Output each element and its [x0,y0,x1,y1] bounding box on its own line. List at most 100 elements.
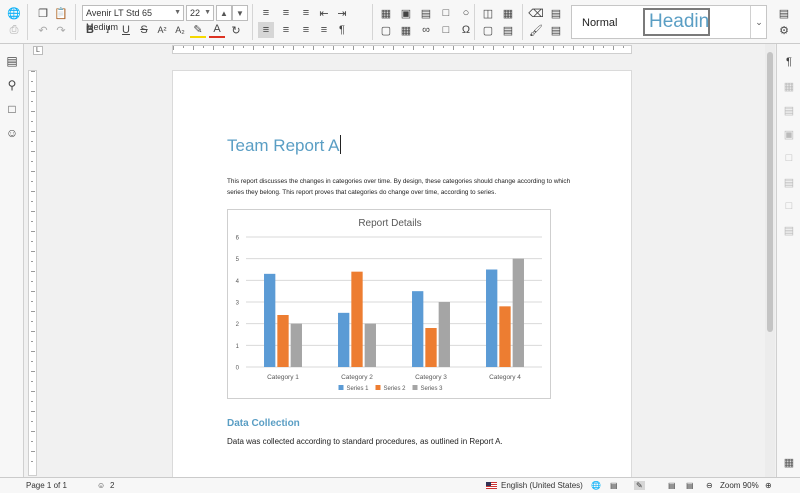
table-settings-icon[interactable]: ▦ [781,78,797,94]
font-name-field[interactable]: Avenir LT Std 65 Medium ▼ [82,5,184,32]
intro-paragraph[interactable]: This report discusses the changes in cat… [227,176,587,198]
insert-grid-button[interactable]: ▦ [398,22,414,38]
clear-format-button[interactable]: ⌫ [528,5,544,21]
fit-width-icon[interactable]: ▤ [686,481,694,490]
superscript-button[interactable]: A² [154,22,170,38]
insert-chart-button[interactable]: ▤ [418,5,434,21]
insert-border-button[interactable]: ▢ [378,22,394,38]
multilevel-list-button[interactable]: ≡ [298,5,314,21]
chart-bar [338,312,350,367]
chart[interactable]: Report Details 0 1 2 3 4 5 6 Category 1 Category… [227,209,551,399]
insert-link-button[interactable]: ∞ [418,22,434,38]
signature-settings-icon[interactable]: ▤ [781,222,797,238]
page-info[interactable]: Page 1 of 1 [26,481,67,490]
style-gallery-expand[interactable]: ⌄ [750,6,767,38]
paragraph-settings-icon[interactable]: ¶ [781,54,797,70]
header-footer-icon[interactable]: ▤ [781,102,797,118]
settings-button[interactable]: ⚙ [776,22,792,38]
ruler-tick [413,46,414,50]
section-heading[interactable]: Data Collection [227,418,300,429]
grow-font-button[interactable]: ▲ [216,5,232,21]
insert-table-button[interactable]: ▦ [378,5,394,21]
font-color-button[interactable]: A [209,22,225,38]
x-tick-label: Category 1 [267,374,299,381]
copy-style-button[interactable]: ▤ [548,5,564,21]
subscript-button[interactable]: A₂ [172,22,188,38]
shrink-font-button[interactable]: ▼ [232,5,248,21]
align-right-button[interactable]: ≡ [298,22,314,38]
margins-button[interactable]: ▢ [480,22,496,38]
document-page[interactable]: Team Report A This report discusses the … [172,70,632,490]
underline-button[interactable]: U [118,22,134,38]
strikethrough-button[interactable]: S [136,22,152,38]
undo-icon[interactable]: ↶ [35,22,51,38]
font-size-field[interactable]: 22 ▼ [186,5,214,21]
fit-page-icon[interactable]: ▤ [668,481,676,490]
globe-icon[interactable]: 🌐 [6,5,22,21]
zoom-in-icon[interactable]: ⊕ [765,481,772,490]
chevron-up-icon: ▲ [220,8,228,18]
justify-button[interactable]: ≡ [316,22,332,38]
zoom-out-icon[interactable]: ⊖ [706,481,713,490]
spellcheck-icon[interactable]: 🌐 [591,481,601,490]
comments-icon[interactable]: □ [4,101,20,117]
numbered-list-button[interactable]: ≡ [278,5,294,21]
user-icon[interactable]: ☺ [4,125,20,141]
decrease-indent-button[interactable]: ⇤ [316,5,332,21]
vertical-scrollbar[interactable] [765,44,775,477]
scrollbar-thumb[interactable] [767,52,773,332]
change-case-button[interactable]: ↻ [228,22,244,38]
doc-settings-button[interactable]: ▤ [776,5,792,21]
insert-comment-button[interactable]: □ [438,22,454,38]
document-title[interactable]: Team Report A [227,135,342,156]
paste-style-button[interactable]: ▤ [548,22,564,38]
users-icon[interactable]: ☺ [97,481,105,490]
language-selector[interactable]: English (United States) [501,481,583,490]
increase-indent-button[interactable]: ⇥ [334,5,350,21]
edit-mode-icon[interactable]: ✎ [634,481,645,490]
highlight-color-button[interactable]: ✎ [190,22,206,38]
bullet-list-button[interactable]: ≡ [258,5,274,21]
print-icon[interactable]: ⎙ [6,22,22,38]
indent-icon: ⇥ [337,7,347,20]
shape-settings-icon[interactable]: □ [781,150,797,166]
ruler-tick [31,361,33,362]
orientation-button[interactable]: ▤ [500,22,516,38]
search-icon[interactable]: ⚲ [4,77,20,93]
chart-settings-icon[interactable]: ▤ [781,174,797,190]
columns-button[interactable]: ◫ [480,5,496,21]
copy-icon[interactable]: ❐ [35,5,51,21]
textart-settings-icon[interactable]: □ [781,198,797,214]
section-body[interactable]: Data was collected according to standard… [227,437,503,446]
ruler-tick [31,201,33,202]
track-changes-icon[interactable]: ▤ [610,481,618,490]
insert-shape-button[interactable]: ○ [458,5,474,21]
format-painter-button[interactable]: 🖌 [528,22,544,38]
insert-symbol-button[interactable]: Ω [458,22,474,38]
style-heading[interactable]: Headin [643,8,710,36]
x-tick-label: Category 4 [489,374,521,381]
collapse-panel-icon[interactable]: ▦ [781,454,797,470]
paragraph-mark-button[interactable]: ¶ [334,22,350,38]
insert-textbox-button[interactable]: □ [438,5,454,21]
align-left-button[interactable]: ≡ [258,22,274,38]
paste-icon[interactable]: 📋 [53,5,69,21]
page-break-button[interactable]: ▦ [500,5,516,21]
align-center-button[interactable]: ≡ [278,22,294,38]
tab-stop-selector[interactable]: L [33,46,43,55]
image-settings-icon[interactable]: ▣ [781,126,797,142]
multilevel-list-icon: ≡ [302,7,310,19]
bold-button[interactable]: B [82,22,98,38]
brush-icon: 🖌 [529,24,543,37]
chart-icon: ▤ [420,7,432,20]
ruler-tick [31,151,35,152]
style-normal[interactable]: Normal [582,17,617,29]
ruler-tick [313,46,314,50]
file-icon[interactable]: ▤ [4,53,20,69]
x-tick-label: Category 3 [415,374,447,381]
italic-button[interactable]: I [100,22,116,38]
horizontal-ruler[interactable] [172,45,632,54]
insert-image-button[interactable]: ▣ [398,5,414,21]
vertical-ruler[interactable] [28,70,37,476]
redo-icon[interactable]: ↷ [53,22,69,38]
